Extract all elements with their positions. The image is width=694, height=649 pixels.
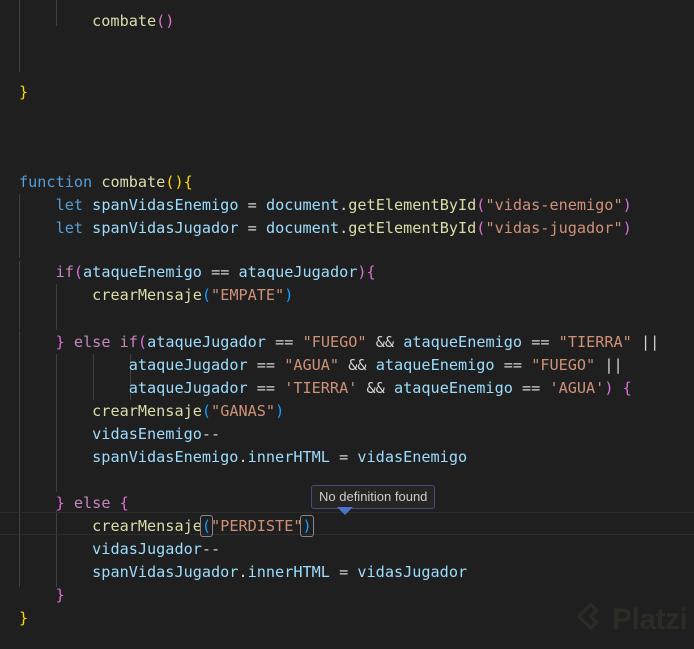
- code-line[interactable]: spanVidasEnemigo.innerHTML = vidasEnemig…: [0, 446, 694, 469]
- code-line[interactable]: combate(): [0, 10, 694, 33]
- code-content[interactable]: combate() } function combate(){ let span…: [0, 0, 694, 649]
- code-line[interactable]: crearMensaje("EMPATE"): [0, 284, 694, 307]
- code-line[interactable]: vidasJugador--: [0, 538, 694, 561]
- code-line[interactable]: }: [0, 584, 694, 607]
- code-line[interactable]: crearMensaje("GANAS"): [0, 400, 694, 423]
- code-line[interactable]: let spanVidasJugador = document.getEleme…: [0, 217, 694, 240]
- code-line[interactable]: let spanVidasEnemigo = document.getEleme…: [0, 194, 694, 217]
- code-line[interactable]: ataqueJugador == "AGUA" && ataqueEnemigo…: [0, 354, 694, 377]
- bracket-match-close: ): [300, 515, 314, 537]
- code-line[interactable]: vidasEnemigo--: [0, 423, 694, 446]
- code-line[interactable]: ataqueJugador == 'TIERRA' && ataqueEnemi…: [0, 377, 694, 400]
- code-line[interactable]: } else if(ataqueJugador == "FUEGO" && at…: [0, 331, 694, 354]
- code-line[interactable]: }: [0, 607, 694, 630]
- code-line[interactable]: crearMensaje("PERDISTE"): [0, 515, 694, 538]
- code-line[interactable]: spanVidasJugador.innerHTML = vidasJugado…: [0, 561, 694, 584]
- bracket-match-open: (: [199, 515, 214, 537]
- code-line[interactable]: }: [0, 81, 694, 104]
- code-line[interactable]: if(ataqueEnemigo == ataqueJugador){: [0, 261, 694, 284]
- hover-tooltip: No definition found: [311, 485, 436, 509]
- code-line[interactable]: function combate(){: [0, 171, 694, 194]
- code-editor[interactable]: combate() } function combate(){ let span…: [0, 0, 694, 649]
- tooltip-arrow-icon: [337, 507, 353, 515]
